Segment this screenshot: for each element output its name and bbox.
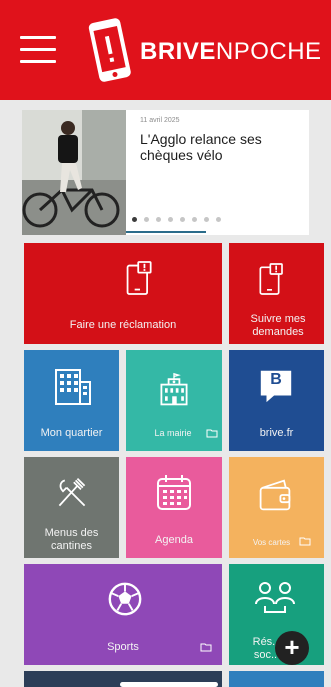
carousel-dot[interactable] xyxy=(216,217,221,222)
app-header: BRIVENPOCHE xyxy=(0,0,331,100)
soccer-ball-icon xyxy=(108,582,142,616)
town-hall-icon xyxy=(160,372,188,406)
carousel-progress xyxy=(126,231,206,233)
tile-menus-cantines[interactable]: Menus des cantines xyxy=(24,457,119,558)
news-image xyxy=(22,110,126,235)
news-date: 11 avril 2025 xyxy=(140,117,180,124)
home-indicator xyxy=(120,682,218,687)
calendar-icon xyxy=(157,475,191,510)
tile-mon-quartier[interactable]: Mon quartier xyxy=(24,350,119,451)
tile-brive-label: brive.fr xyxy=(259,427,294,439)
carousel-dot[interactable] xyxy=(180,217,185,222)
tile-sports-label: Sports xyxy=(107,641,139,653)
carousel-dot[interactable] xyxy=(168,217,173,222)
tile-agenda-label: Agenda xyxy=(155,534,193,546)
menu-icon[interactable] xyxy=(20,36,56,64)
tile-mairie-label: La mairie xyxy=(154,428,192,438)
tile-la-mairie[interactable]: La mairie xyxy=(126,350,222,451)
tile-suivre-demandes[interactable]: Suivre mes demandes xyxy=(229,243,324,344)
carousel-dots[interactable] xyxy=(132,217,221,222)
add-fab-button[interactable]: + xyxy=(275,631,309,665)
tile-reclamation-label: Faire une réclamation xyxy=(69,319,177,331)
tile-reclamation[interactable]: Faire une réclamation xyxy=(24,243,222,344)
tile-vos-cartes[interactable]: Vos cartes xyxy=(229,457,324,558)
phone-alert-icon xyxy=(259,263,283,295)
carousel-dot[interactable] xyxy=(144,217,149,222)
logo-phone-icon xyxy=(88,18,131,82)
tile-quartier-label: Mon quartier xyxy=(40,427,103,439)
carousel-dot[interactable] xyxy=(132,217,137,222)
users-icon xyxy=(255,582,295,613)
news-title[interactable]: L'Agglo relance ses chèques vélo xyxy=(140,131,305,163)
brand-logo: BRIVENPOCHE xyxy=(140,38,322,65)
carousel-dot[interactable] xyxy=(192,217,197,222)
tile-menus-label: Menus des cantines xyxy=(44,527,99,552)
folder-icon xyxy=(206,429,218,438)
cutlery-icon xyxy=(58,477,86,507)
carousel-dot[interactable] xyxy=(156,217,161,222)
folder-icon xyxy=(299,537,311,546)
tile-brive-fr[interactable]: B brive.fr xyxy=(229,350,324,451)
tile-suivre-label: Suivre mes demandes xyxy=(250,313,306,338)
tile-sports[interactable]: Sports xyxy=(24,564,222,665)
tile-cartes-label: Vos cartes xyxy=(252,538,291,547)
brive-logo-letter: B xyxy=(270,371,282,388)
building-icon xyxy=(55,369,91,405)
tile-agenda[interactable]: Agenda xyxy=(126,457,222,558)
news-carousel[interactable]: 11 avril 2025 L'Agglo relance ses chèque… xyxy=(22,110,309,235)
folder-icon xyxy=(200,643,212,652)
phone-alert-icon xyxy=(126,261,152,295)
wallet-icon xyxy=(259,479,291,511)
carousel-dot[interactable] xyxy=(204,217,209,222)
tile-partial-bottom-right xyxy=(229,671,324,687)
